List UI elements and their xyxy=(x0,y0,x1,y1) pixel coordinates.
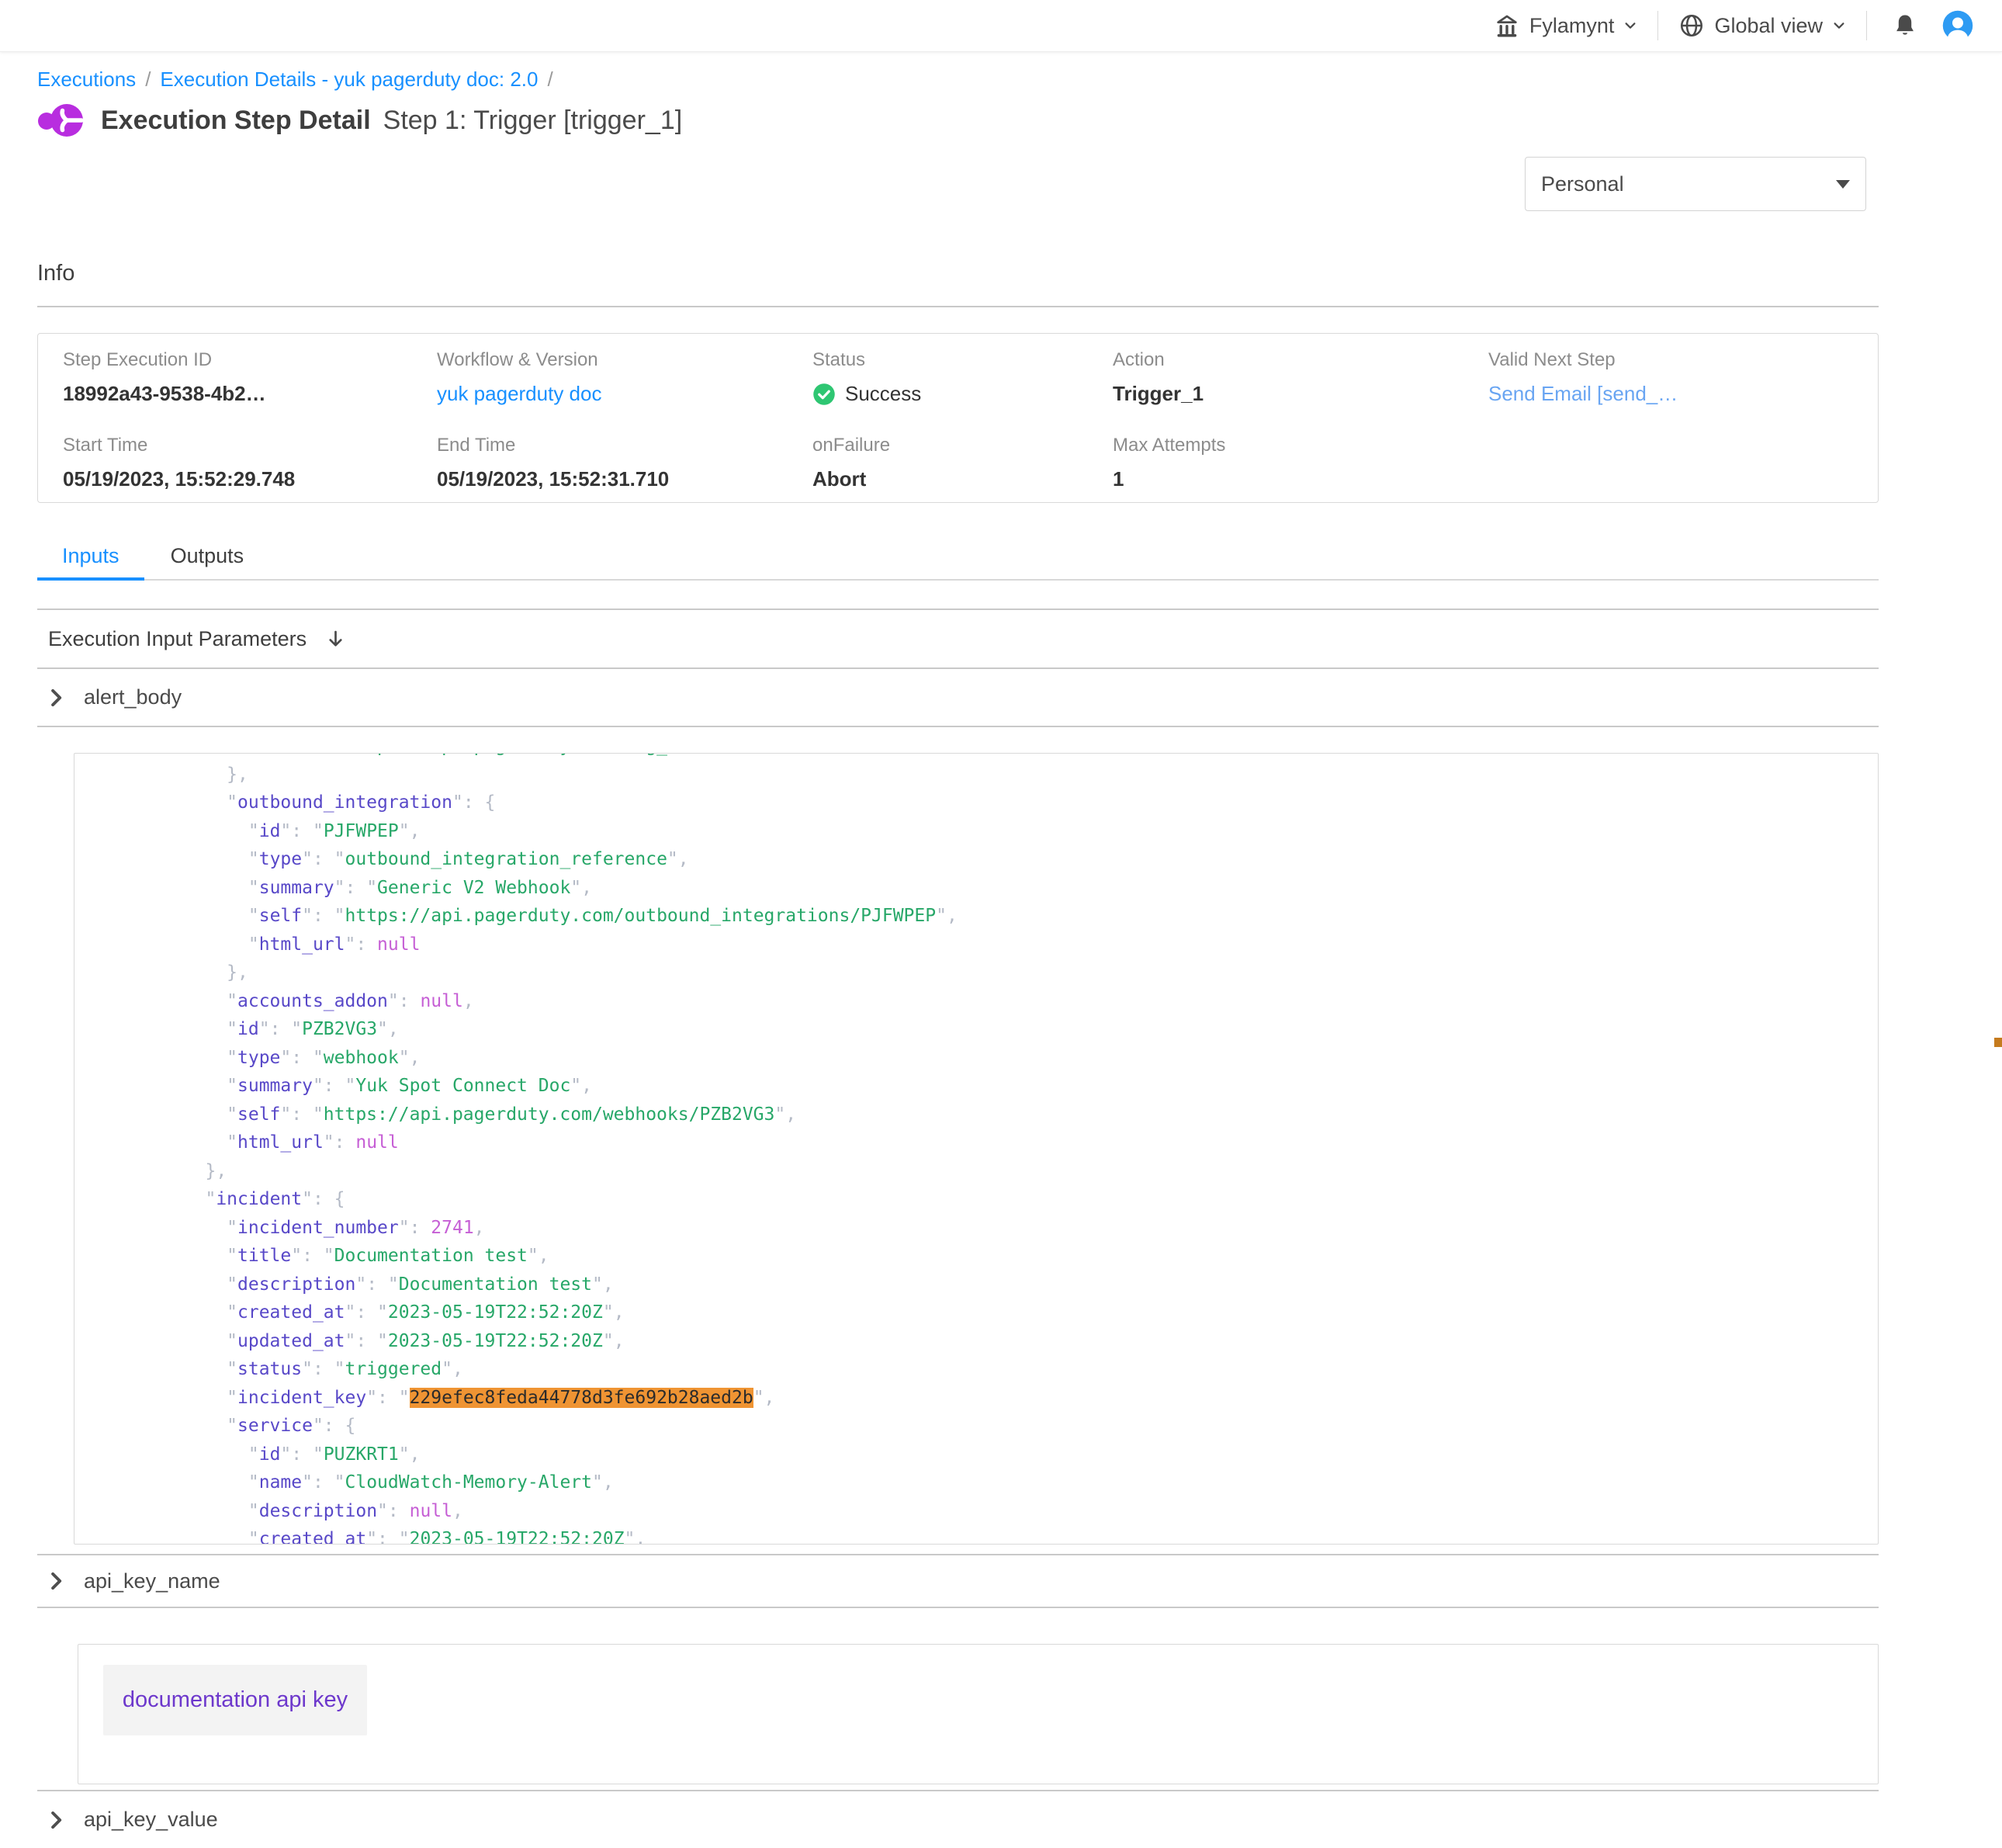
code-line: "self": "https://api.pagerduty.com/webho… xyxy=(98,1101,1862,1129)
section-alert-body[interactable]: alert_body xyxy=(37,669,1879,727)
code-line: "created_at": "2023-05-19T22:52:20Z", xyxy=(98,1525,1862,1545)
field-start-time: Start Time 05/19/2023, 15:52:29.748 xyxy=(38,435,412,501)
code-line: "html_url": null xyxy=(98,931,1862,959)
success-check-icon xyxy=(812,383,836,406)
chevron-right-icon xyxy=(48,1810,64,1830)
code-line: "title": "Documentation test", xyxy=(98,1242,1862,1271)
info-heading: Info xyxy=(37,262,1879,285)
next-step-link[interactable]: Send Email [send_… xyxy=(1488,382,1878,406)
workflow-link[interactable]: yuk pagerduty doc xyxy=(437,382,788,406)
caret-down-icon xyxy=(1836,180,1850,189)
scope-select-value: Personal xyxy=(1541,172,1624,196)
view-menu[interactable]: Global view xyxy=(1678,12,1846,39)
code-line: "id": "PZB2VG3", xyxy=(98,1015,1862,1044)
code-line: "type": "webhook", xyxy=(98,1044,1862,1073)
code-line: "self": "https://api.pagerduty.com/log_e… xyxy=(98,753,1862,761)
section-api-key-name[interactable]: api_key_name xyxy=(37,1555,1879,1608)
code-line: "incident_key": "229efec8feda44778d3fe69… xyxy=(98,1384,1862,1413)
chevron-down-icon xyxy=(1832,19,1846,33)
code-line: "self": "https://api.pagerduty.com/outbo… xyxy=(98,902,1862,931)
field-onfailure: onFailure Abort xyxy=(788,435,1088,501)
code-line: "name": "CloudWatch-Memory-Alert", xyxy=(98,1468,1862,1497)
title-row: Execution Step Detail Step 1: Trigger [t… xyxy=(37,95,1879,145)
code-line: }, xyxy=(98,1157,1862,1186)
code-line: "incident": { xyxy=(98,1185,1862,1214)
scope-select[interactable]: Personal xyxy=(1525,157,1866,211)
page-subtitle: Step 1: Trigger [trigger_1] xyxy=(383,106,683,136)
code-line: "html_url": null xyxy=(98,1129,1862,1157)
execution-input-parameters-header: Execution Input Parameters xyxy=(37,610,1879,669)
view-label: Global view xyxy=(1714,14,1823,38)
field-workflow-version: Workflow & Version yuk pagerduty doc xyxy=(412,349,788,435)
field-action: Action Trigger_1 xyxy=(1088,349,1463,435)
api-key-name-value-card: documentation api key xyxy=(78,1644,1879,1784)
chevron-down-icon xyxy=(1623,19,1637,33)
tabs: Inputs Outputs xyxy=(37,536,1879,581)
tab-inputs[interactable]: Inputs xyxy=(37,536,144,579)
main-content: Executions / Execution Details - yuk pag… xyxy=(37,68,1879,1848)
code-line: "id": "PUZKRT1", xyxy=(98,1441,1862,1469)
field-valid-next-step: Valid Next Step Send Email [send_… xyxy=(1463,349,1878,435)
globe-icon xyxy=(1678,12,1705,39)
code-line: "accounts_addon": null, xyxy=(98,987,1862,1016)
params-label: Execution Input Parameters xyxy=(48,627,307,651)
chevron-right-icon xyxy=(48,688,64,708)
org-menu[interactable]: Fylamynt xyxy=(1494,12,1638,39)
alert-body-json-viewer[interactable]: "self": "https://api.pagerduty.com/log_e… xyxy=(74,753,1879,1545)
header-divider xyxy=(1657,11,1658,40)
code-line: "updated_at": "2023-05-19T22:52:20Z", xyxy=(98,1327,1862,1356)
code-line: "service": { xyxy=(98,1412,1862,1441)
divider xyxy=(37,306,1879,307)
code-line: "type": "outbound_integration_reference"… xyxy=(98,845,1862,874)
code-line: }, xyxy=(98,959,1862,987)
section-api-key-value[interactable]: api_key_value xyxy=(37,1791,1879,1848)
bank-icon xyxy=(1494,12,1520,39)
user-avatar-icon[interactable] xyxy=(1941,9,1974,42)
chevron-right-icon xyxy=(48,1571,64,1591)
field-end-time: End Time 05/19/2023, 15:52:31.710 xyxy=(412,435,788,501)
code-line: "created_at": "2023-05-19T22:52:20Z", xyxy=(98,1298,1862,1327)
code-line: "status": "triggered", xyxy=(98,1355,1862,1384)
empty-cell xyxy=(1463,435,1878,501)
scrollbar-match-marker[interactable] xyxy=(1994,1038,2002,1047)
top-header: Fylamynt Global view xyxy=(0,0,2002,52)
info-card: Step Execution ID 18992a43-9538-4b2… Wor… xyxy=(37,333,1879,503)
code-line: }, xyxy=(98,761,1862,789)
breadcrumb: Executions / Execution Details - yuk pag… xyxy=(37,68,1879,91)
code-line: "incident_number": 2741, xyxy=(98,1214,1862,1243)
download-arrow-icon[interactable] xyxy=(325,629,346,650)
org-label: Fylamynt xyxy=(1529,14,1615,38)
code-line: "summary": "Yuk Spot Connect Doc", xyxy=(98,1072,1862,1101)
workflow-logo-icon xyxy=(37,102,87,138)
page-title: Execution Step Detail xyxy=(101,106,371,136)
tab-outputs[interactable]: Outputs xyxy=(171,536,244,579)
status-value: Success xyxy=(845,382,921,406)
breadcrumb-executions[interactable]: Executions xyxy=(37,68,136,92)
json-code: "self": "https://api.pagerduty.com/log_e… xyxy=(74,753,1878,1545)
field-status: Status Success xyxy=(788,349,1088,435)
header-divider xyxy=(1866,11,1867,40)
code-line: "outbound_integration": { xyxy=(98,789,1862,817)
bell-icon[interactable] xyxy=(1892,12,1918,39)
breadcrumb-execution-details[interactable]: Execution Details - yuk pagerduty doc: 2… xyxy=(160,68,538,92)
code-line: "description": "Documentation test", xyxy=(98,1271,1862,1299)
code-line: "description": null, xyxy=(98,1497,1862,1526)
code-line: "summary": "Generic V2 Webhook", xyxy=(98,874,1862,903)
breadcrumb-separator: / xyxy=(547,68,552,92)
breadcrumb-separator: / xyxy=(145,68,151,92)
field-max-attempts: Max Attempts 1 xyxy=(1088,435,1463,501)
api-key-name-chip: documentation api key xyxy=(103,1665,367,1735)
field-step-execution-id: Step Execution ID 18992a43-9538-4b2… xyxy=(38,349,412,435)
code-line: "id": "PJFWPEP", xyxy=(98,817,1862,846)
